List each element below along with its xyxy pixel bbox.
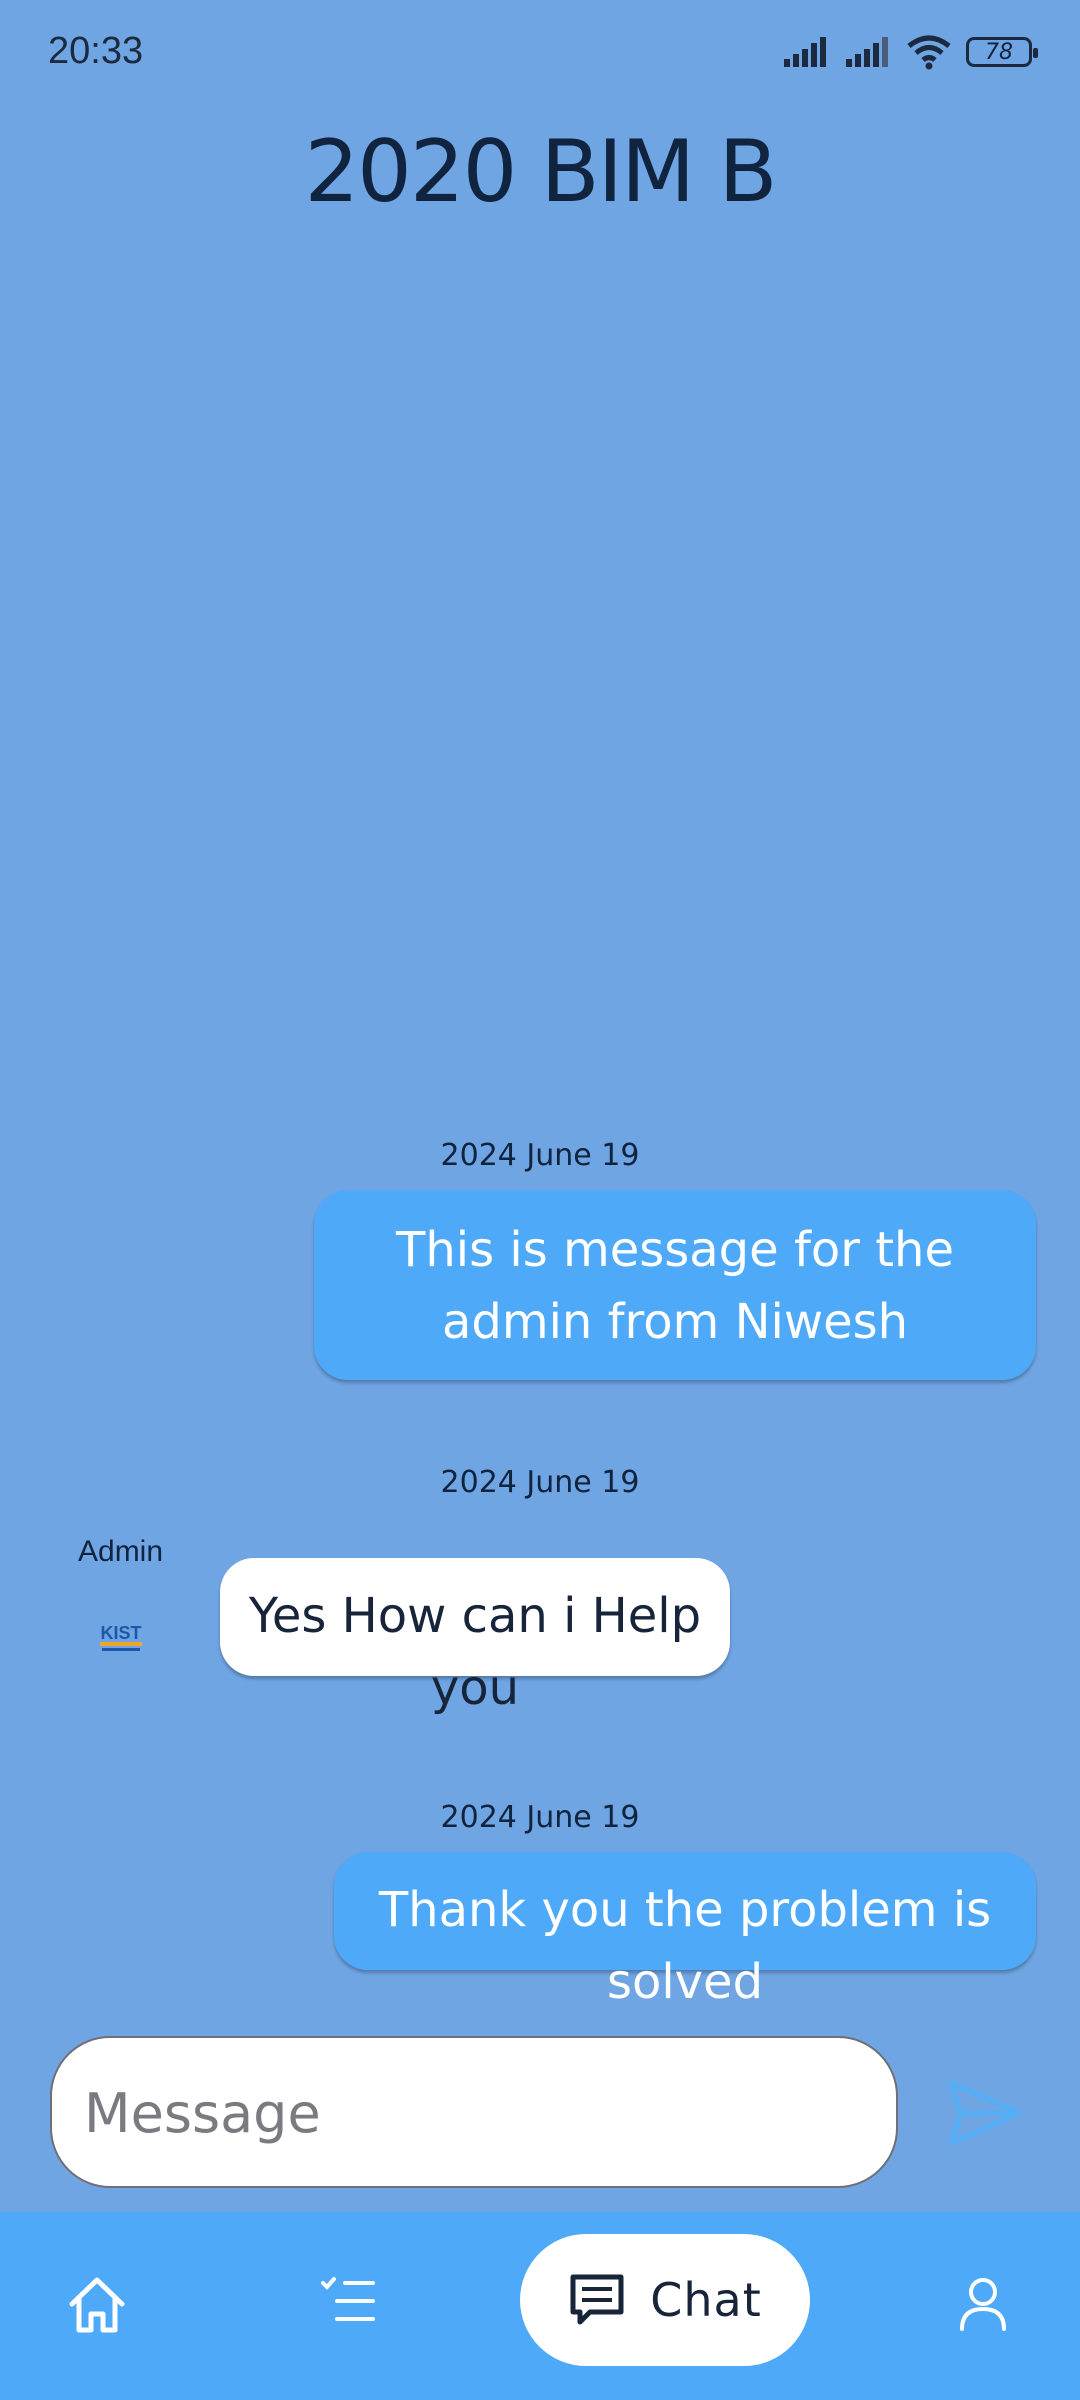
avatar: KIST — [100, 1623, 142, 1651]
chat-icon — [570, 2274, 624, 2325]
sent-message-bubble[interactable]: Thank you the problem is solved — [334, 1852, 1036, 2010]
page-title: 2020 BIM B — [304, 122, 777, 222]
nav-tasks[interactable] — [314, 2270, 380, 2336]
avatar-logo-text: KIST — [100, 1623, 141, 1643]
message-date: 2024 June 19 — [440, 1465, 640, 1500]
signal-icon — [846, 37, 888, 67]
sent-message-bubble[interactable]: This is message for the admin from Niwes… — [314, 1190, 1036, 1380]
nav-profile[interactable] — [950, 2270, 1016, 2336]
signal-icon — [784, 37, 826, 67]
nav-home[interactable] — [62, 2270, 132, 2340]
task-list-icon — [321, 2277, 375, 2321]
received-message-bubble[interactable]: Yes How can i Help you — [220, 1558, 730, 1716]
message-input[interactable] — [82, 2038, 866, 2188]
battery-icon: 78 — [966, 37, 1038, 67]
message-date: 2024 June 19 — [440, 1800, 640, 1835]
battery-level: 78 — [985, 39, 1013, 65]
status-time: 20:33 — [48, 30, 144, 72]
status-icons: 78 — [782, 34, 1038, 70]
message-composer — [50, 2036, 898, 2188]
profile-icon — [960, 2278, 1006, 2331]
send-icon[interactable] — [945, 2075, 1025, 2151]
nav-chat-label: Chat — [650, 2273, 762, 2327]
sender-name: Admin — [78, 1535, 164, 1568]
status-bar: 20:33 78 — [0, 0, 1080, 110]
wifi-icon — [907, 35, 951, 70]
message-date: 2024 June 19 — [440, 1138, 640, 1173]
nav-chat[interactable]: Chat — [520, 2234, 810, 2366]
bottom-nav: Chat — [0, 2212, 1080, 2400]
home-icon — [69, 2277, 125, 2333]
